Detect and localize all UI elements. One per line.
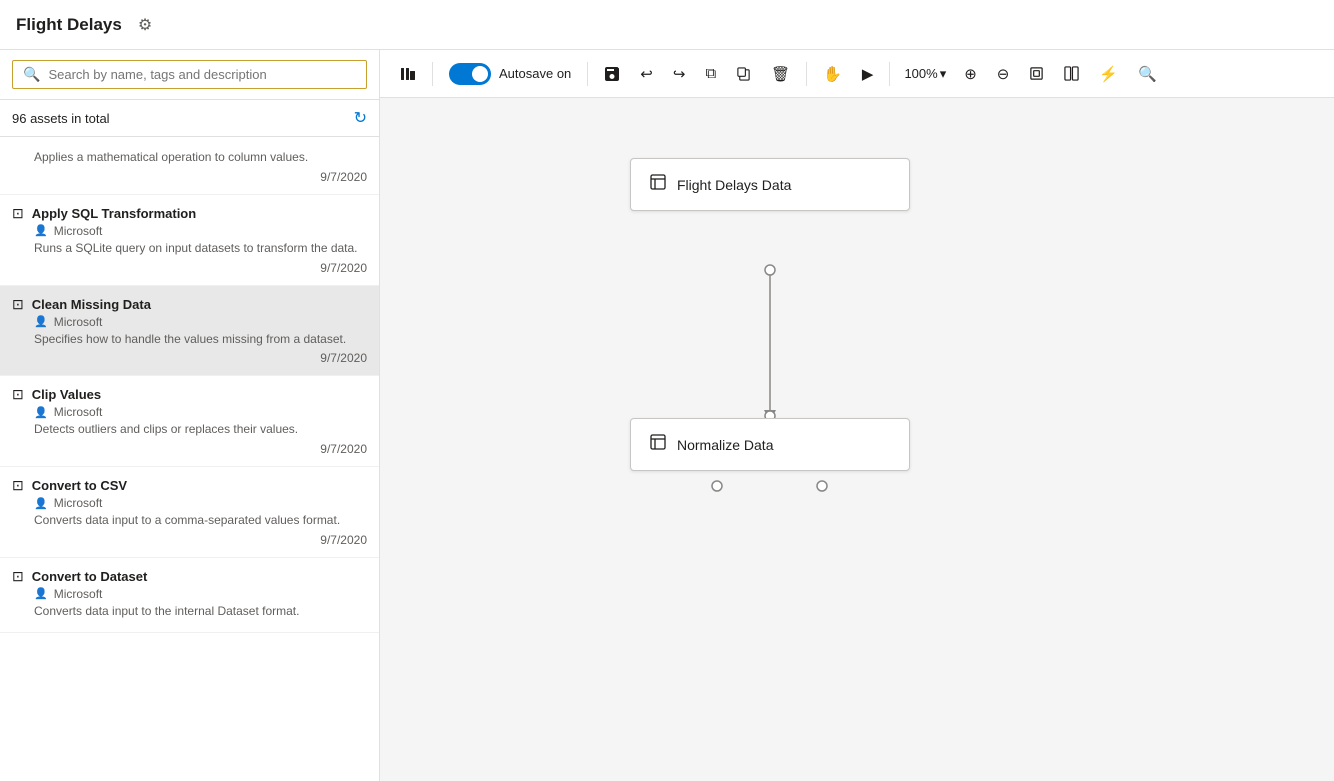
item-author-row: 👤 Microsoft: [34, 587, 367, 601]
module-icon: ⊡: [12, 568, 24, 585]
item-date: 9/7/2020: [12, 261, 367, 275]
pipeline-node-flight-delays[interactable]: Flight Delays Data: [630, 158, 910, 211]
paste-button[interactable]: [728, 60, 759, 87]
delete-button[interactable]: 🗑: [763, 59, 798, 89]
item-author-row: 👤 Microsoft: [34, 315, 367, 329]
asset-count: 96 assets in total: [12, 111, 110, 126]
item-header: ⊡ Convert to Dataset: [12, 568, 367, 585]
zoom-chevron: ▾: [940, 66, 947, 82]
zoom-out-button[interactable]: ⊖: [989, 59, 1018, 89]
item-description: Converts data input to the internal Data…: [34, 603, 367, 620]
canvas-wrapper: Autosave on ↩ ↪ ⧉ 🗑 ✋ ▶: [380, 50, 1334, 781]
person-icon: 👤: [34, 406, 48, 419]
item-author-row: 👤 Microsoft: [34, 224, 367, 238]
module-icon: ⊡: [12, 205, 24, 222]
item-author: Microsoft: [54, 315, 103, 329]
list-item[interactable]: ⊡ Clip Values 👤 Microsoft Detects outlie…: [0, 376, 379, 467]
autosave-toggle: Autosave on: [449, 63, 571, 85]
list-item[interactable]: ⊡ Apply SQL Transformation 👤 Microsoft R…: [0, 195, 379, 286]
item-header: ⊡ Clip Values: [12, 386, 367, 403]
item-author-row: 👤 Microsoft: [34, 405, 367, 419]
item-date: 9/7/2020: [12, 533, 367, 547]
item-author-row: 👤 Microsoft: [34, 496, 367, 510]
list-item[interactable]: ⊡ Convert to CSV 👤 Microsoft Converts da…: [0, 467, 379, 558]
pan-button[interactable]: ✋: [815, 59, 850, 89]
toolbar: Autosave on ↩ ↪ ⧉ 🗑 ✋ ▶: [380, 50, 1334, 98]
sidebar-search-area: 🔍: [0, 50, 379, 100]
item-author: Microsoft: [54, 224, 103, 238]
item-date: 9/7/2020: [12, 442, 367, 456]
toolbar-separator: [587, 62, 588, 86]
dataset-icon: [649, 173, 667, 196]
module-icon: [649, 433, 667, 456]
count-row: 96 assets in total ↻: [0, 100, 379, 137]
library-button[interactable]: [392, 60, 424, 88]
item-header: ⊡ Apply SQL Transformation: [12, 205, 367, 222]
zoom-display: 100% ▾: [898, 62, 952, 86]
item-title: Clip Values: [32, 387, 101, 402]
refresh-button[interactable]: ↻: [354, 108, 367, 128]
search-input[interactable]: [48, 67, 356, 82]
item-description: Specifies how to handle the values missi…: [34, 331, 367, 348]
module-icon: ⊡: [12, 386, 24, 403]
toolbar-separator: [889, 62, 890, 86]
sidebar: 🔍 96 assets in total ↻ Applies a mathema…: [0, 50, 380, 781]
item-date: 9/7/2020: [12, 351, 367, 365]
item-author: Microsoft: [54, 405, 103, 419]
redo-button[interactable]: ↪: [665, 59, 694, 89]
item-title: Clean Missing Data: [32, 297, 151, 312]
item-title: Convert to CSV: [32, 478, 127, 493]
item-date: 9/7/2020: [12, 170, 367, 184]
item-description: Converts data input to a comma-separated…: [34, 512, 367, 529]
sidebar-list: Applies a mathematical operation to colu…: [0, 137, 379, 781]
main-content: 🔍 96 assets in total ↻ Applies a mathema…: [0, 50, 1334, 781]
top-bar: Flight Delays ⚙: [0, 0, 1334, 50]
run-button[interactable]: ▶: [854, 59, 882, 89]
item-description: Detects outliers and clips or replaces t…: [34, 421, 367, 438]
copy-button[interactable]: ⧉: [697, 59, 724, 88]
item-author: Microsoft: [54, 587, 103, 601]
item-title: Apply SQL Transformation: [32, 206, 196, 221]
person-icon: 👤: [34, 587, 48, 600]
person-icon: 👤: [34, 315, 48, 328]
lightning-button[interactable]: ⚡: [1091, 59, 1126, 89]
toolbar-separator: [432, 62, 433, 86]
canvas-search-button[interactable]: 🔍: [1130, 59, 1165, 89]
settings-button[interactable]: ⚙: [134, 11, 156, 39]
person-icon: 👤: [34, 497, 48, 510]
item-title: Convert to Dataset: [32, 569, 148, 584]
split-button[interactable]: [1056, 60, 1087, 87]
pipeline-node-normalize[interactable]: Normalize Data: [630, 418, 910, 471]
save-button[interactable]: [596, 60, 628, 88]
search-icon: 🔍: [23, 66, 40, 83]
toolbar-separator: [806, 62, 807, 86]
item-header: ⊡ Convert to CSV: [12, 477, 367, 494]
search-wrapper[interactable]: 🔍: [12, 60, 367, 89]
item-description: Applies a mathematical operation to colu…: [34, 149, 367, 166]
item-author: Microsoft: [54, 496, 103, 510]
undo-button[interactable]: ↩: [632, 59, 661, 89]
zoom-value: 100%: [904, 66, 937, 81]
node-label-flight-delays: Flight Delays Data: [677, 177, 791, 193]
person-icon: 👤: [34, 224, 48, 237]
node-label-normalize: Normalize Data: [677, 437, 773, 453]
module-icon: ⊡: [12, 296, 24, 313]
item-header: ⊡ Clean Missing Data: [12, 296, 367, 313]
list-item[interactable]: ⊡ Clean Missing Data 👤 Microsoft Specifi…: [0, 286, 379, 377]
autosave-label: Autosave on: [499, 66, 571, 81]
module-icon: ⊡: [12, 477, 24, 494]
list-item[interactable]: ⊡ Convert to Dataset 👤 Microsoft Convert…: [0, 558, 379, 633]
item-description: Runs a SQLite query on input datasets to…: [34, 240, 367, 257]
zoom-in-button[interactable]: ⊕: [956, 59, 985, 89]
canvas[interactable]: Flight Delays Data Normalize Data: [380, 98, 1334, 781]
list-item[interactable]: Applies a mathematical operation to colu…: [0, 137, 379, 195]
fit-button[interactable]: [1021, 60, 1052, 87]
page-title: Flight Delays: [16, 15, 122, 35]
autosave-switch[interactable]: [449, 63, 491, 85]
